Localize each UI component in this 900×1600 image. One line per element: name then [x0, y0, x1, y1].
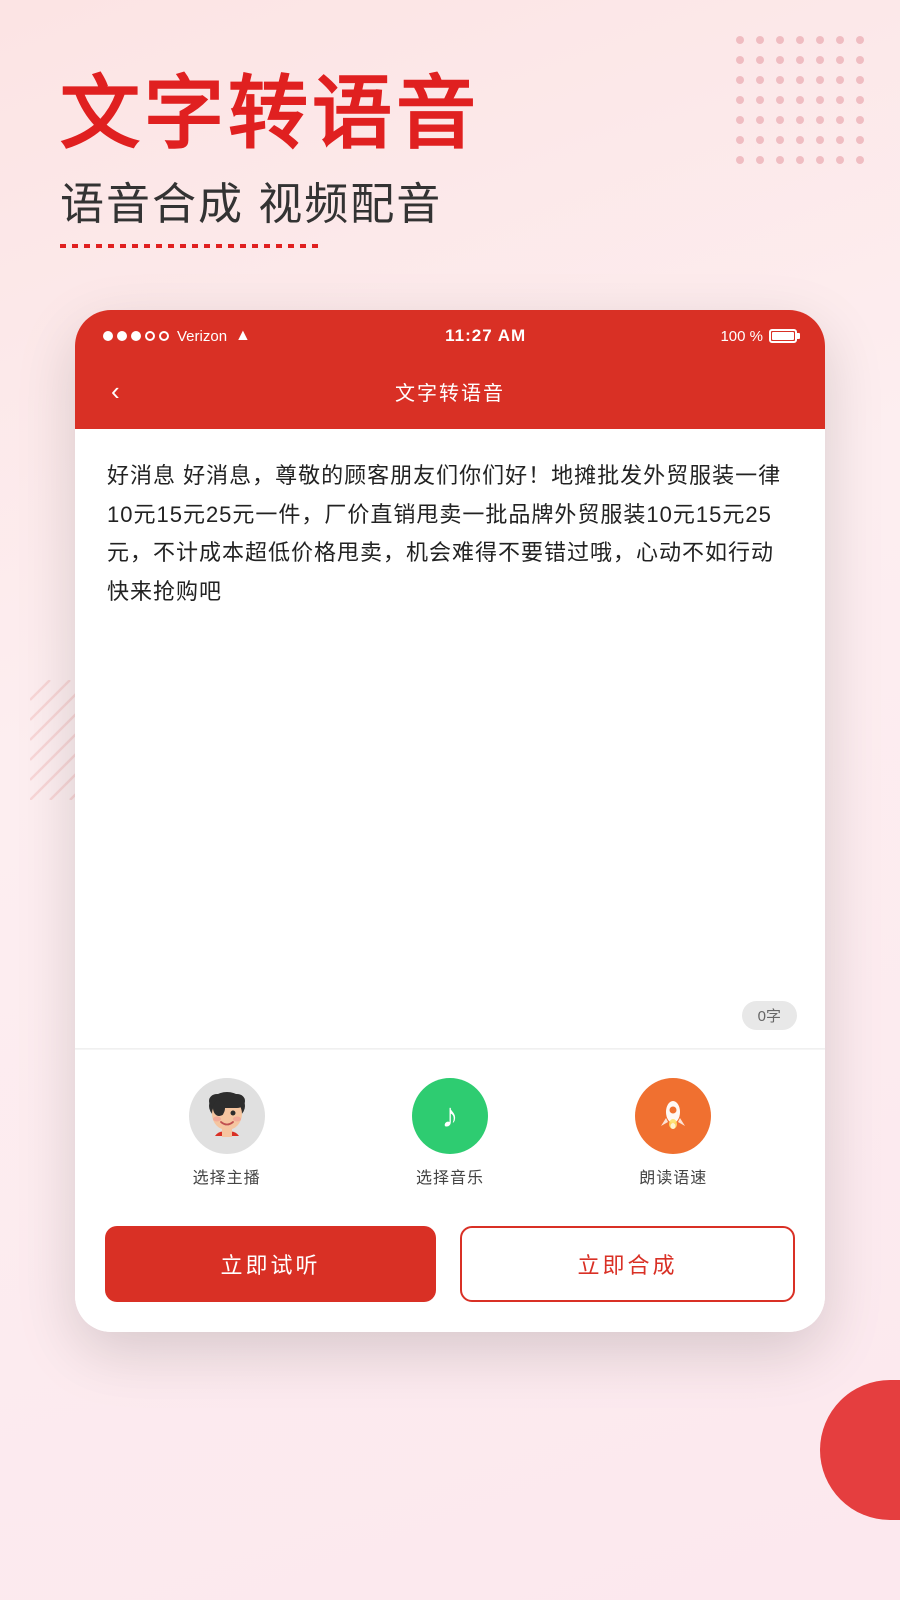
dot-5: [159, 331, 169, 341]
speed-icon-container: [635, 1078, 711, 1154]
action-buttons: 立即试听 立即合成: [75, 1208, 825, 1332]
synthesize-button[interactable]: 立即合成: [460, 1226, 795, 1302]
dots-decoration: // Generated inline via SVG: [720, 20, 880, 180]
carrier-label: Verizon: [177, 328, 227, 345]
signal-dots: [103, 331, 169, 341]
music-note-icon: ♪: [441, 1097, 458, 1136]
dot-3: [131, 331, 141, 341]
select-music-label: 选择音乐: [416, 1164, 484, 1188]
battery-percent: 100 %: [720, 328, 763, 345]
text-input-area[interactable]: 好消息 好消息，尊敬的顾客朋友们你们好！地摊批发外贸服装一律10元15元25元一…: [75, 429, 825, 1049]
battery-fill: [772, 332, 794, 340]
phone-mockup: Verizon ▲ 11:27 AM 100 % ‹ 文字转语音 好消息 好消息…: [75, 310, 825, 1332]
nav-title: 文字转语音: [395, 377, 505, 406]
red-shape-decoration: [820, 1380, 900, 1520]
hero-section: 文字转语音 语音合成 视频配音: [60, 70, 480, 248]
status-left: Verizon ▲: [103, 327, 251, 345]
dot-1: [103, 331, 113, 341]
hero-title: 文字转语音: [60, 70, 480, 158]
dot-4: [145, 331, 155, 341]
battery-icon: [769, 329, 797, 343]
wifi-icon: ▲: [235, 327, 251, 345]
hero-underline: [60, 244, 320, 248]
status-time: 11:27 AM: [445, 326, 526, 346]
hero-subtitle: 语音合成 视频配音: [60, 168, 480, 232]
music-icon-container: ♪: [412, 1078, 488, 1154]
avatar-icon-container: [189, 1078, 265, 1154]
char-count: 0字: [742, 1001, 797, 1030]
rocket-icon: [653, 1096, 693, 1136]
select-anchor-button[interactable]: 选择主播: [189, 1078, 265, 1188]
bottom-controls: 选择主播 ♪ 选择音乐: [75, 1049, 825, 1208]
avatar-icon: [197, 1086, 257, 1146]
status-bar: Verizon ▲ 11:27 AM 100 %: [75, 310, 825, 362]
listen-button[interactable]: 立即试听: [105, 1226, 436, 1302]
dot-2: [117, 331, 127, 341]
text-content: 好消息 好消息，尊敬的顾客朋友们你们好！地摊批发外贸服装一律10元15元25元一…: [107, 457, 793, 611]
reading-speed-label: 朗读语速: [639, 1164, 707, 1188]
reading-speed-button[interactable]: 朗读语速: [635, 1078, 711, 1188]
nav-bar: ‹ 文字转语音: [75, 362, 825, 429]
select-anchor-label: 选择主播: [193, 1164, 261, 1188]
select-music-button[interactable]: ♪ 选择音乐: [412, 1078, 488, 1188]
status-right: 100 %: [720, 328, 797, 345]
back-button[interactable]: ‹: [103, 372, 128, 411]
